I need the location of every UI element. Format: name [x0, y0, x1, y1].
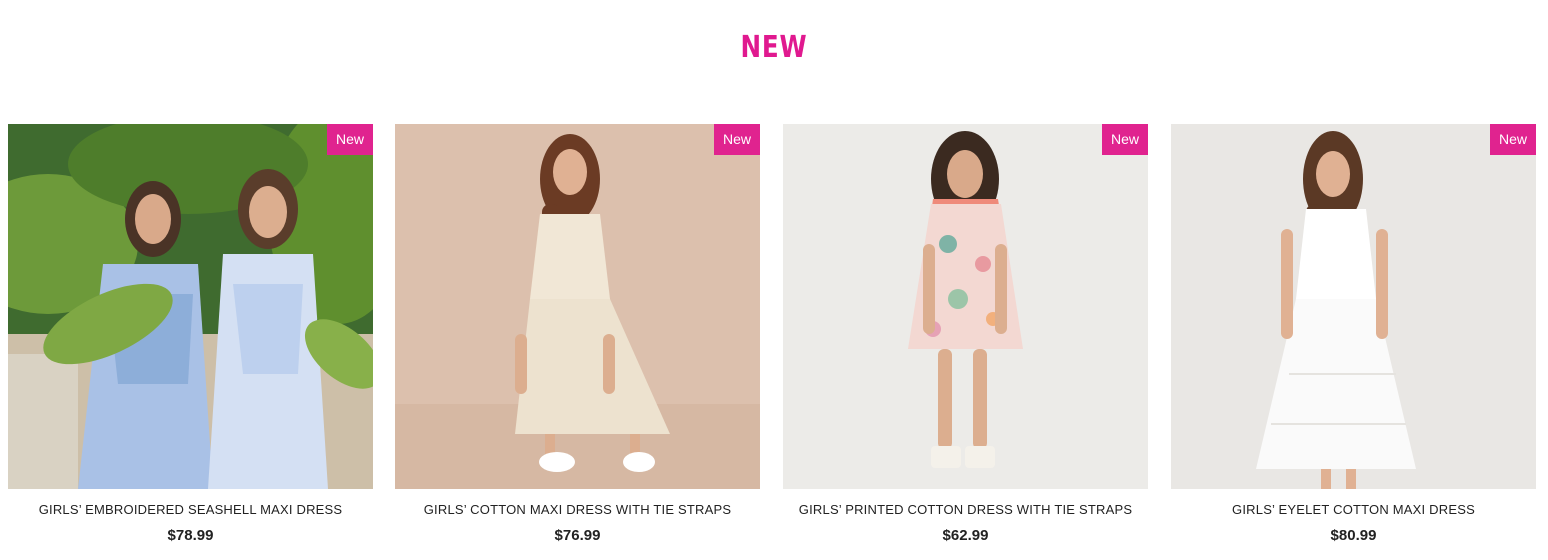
product-price: $76.99 [554, 527, 601, 544]
product-name[interactable]: GIRLS’ COTTON MAXI DRESS WITH TIE STRAPS [395, 502, 760, 517]
product-image[interactable]: New [783, 124, 1148, 489]
product-name[interactable]: GIRLS’ EMBROIDERED SEASHELL MAXI DRESS [8, 502, 373, 517]
product-image[interactable]: New [395, 124, 760, 489]
product-price: $62.99 [942, 527, 989, 544]
new-badge: New [714, 124, 760, 155]
product-card[interactable]: New GIRLS’ COTTON MAXI DRESS WITH TIE ST… [395, 124, 760, 560]
product-card[interactable]: New GIRLS’ PRINTED COTTON DRESS WITH TIE… [783, 124, 1148, 560]
product-name[interactable]: GIRLS’ PRINTED COTTON DRESS WITH TIE STR… [783, 502, 1148, 517]
product-card[interactable]: New GIRLS’ EYELET COTTON MAXI DRESS $80.… [1171, 124, 1536, 560]
product-image[interactable]: New [1171, 124, 1536, 489]
section-title: NEW [740, 30, 808, 65]
product-price: $80.99 [1330, 527, 1377, 544]
product-card[interactable]: New GIRLS’ EMBROIDERED SEASHELL MAXI DRE… [8, 124, 373, 560]
new-badge: New [1102, 124, 1148, 155]
product-image[interactable]: New [8, 124, 373, 489]
product-name[interactable]: GIRLS’ EYELET COTTON MAXI DRESS [1171, 502, 1536, 517]
product-grid: New GIRLS’ EMBROIDERED SEASHELL MAXI DRE… [8, 124, 1538, 560]
product-price: $78.99 [167, 527, 214, 544]
new-badge: New [1490, 124, 1536, 155]
new-badge: New [327, 124, 373, 155]
